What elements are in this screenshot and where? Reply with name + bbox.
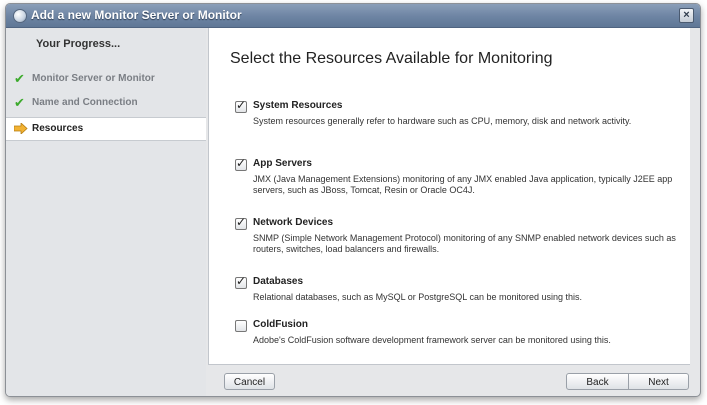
system-resources-checkbox[interactable]: ✓ [235, 98, 247, 113]
resource-title: Network Devices [253, 217, 334, 228]
resource-title: System Resources [253, 100, 343, 111]
checkmark-icon: ✔ [14, 95, 25, 110]
checkmark-icon: ✓ [236, 98, 247, 112]
title-bar[interactable]: Add a new Monitor Server or Monitor × [6, 4, 700, 28]
resource-description: SNMP (Simple Network Management Protocol… [253, 233, 676, 254]
checkmark-icon: ✓ [236, 274, 247, 288]
resource-title: ColdFusion [253, 319, 308, 330]
next-button[interactable]: Next [628, 373, 689, 390]
resource-title: App Servers [253, 158, 312, 169]
app-servers-checkbox[interactable]: ✓ [235, 156, 247, 171]
page-title: Select the Resources Available for Monit… [230, 50, 553, 67]
close-button[interactable]: × [679, 8, 694, 23]
progress-heading: Your Progress... [36, 38, 121, 50]
network-devices-checkbox[interactable]: ✓ [235, 215, 247, 230]
step-label: Monitor Server or Monitor [32, 73, 155, 84]
resource-title: Databases [253, 276, 304, 287]
wizard-window: Add a new Monitor Server or Monitor × Yo… [5, 3, 701, 397]
resource-description: Adobe's ColdFusion software development … [253, 335, 611, 345]
checkmark-icon: ✓ [236, 215, 247, 229]
app-icon [13, 9, 27, 23]
cancel-button[interactable]: Cancel [224, 373, 275, 390]
main-panel: Select the Resources Available for Monit… [208, 28, 690, 365]
step-label: Resources [32, 123, 84, 134]
resource-description: JMX (Java Management Extensions) monitor… [253, 174, 673, 195]
back-button[interactable]: Back [566, 373, 629, 390]
resource-description: Relational databases, such as MySQL or P… [253, 292, 583, 302]
databases-checkbox[interactable]: ✓ [235, 274, 247, 289]
step-name-and-connection: ✔ Name and Connection [6, 92, 206, 114]
progress-sidebar: Your Progress... ✔ Monitor Server or Mon… [6, 28, 206, 396]
step-monitor-server-or-monitor: ✔ Monitor Server or Monitor [6, 68, 206, 90]
resource-description: System resources generally refer to hard… [253, 116, 632, 126]
coldfusion-checkbox[interactable] [235, 320, 247, 332]
step-resources: Resources [6, 117, 206, 141]
checkmark-icon: ✓ [236, 156, 247, 170]
window-title: Add a new Monitor Server or Monitor [31, 8, 242, 22]
checkmark-icon: ✔ [14, 71, 25, 86]
arrow-right-icon [14, 123, 28, 134]
step-label: Name and Connection [32, 97, 138, 108]
